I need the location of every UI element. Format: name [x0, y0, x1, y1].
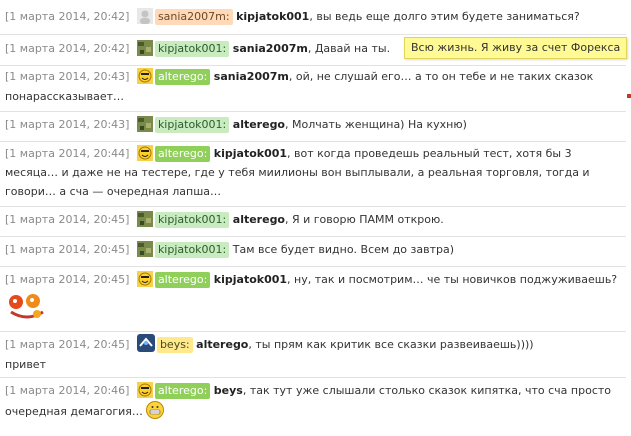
- recipient-nick[interactable]: sania2007m: [214, 70, 289, 83]
- smiley-avatar-icon[interactable]: [136, 145, 153, 161]
- recipient-nick[interactable]: alterego: [233, 213, 285, 226]
- author-nick[interactable]: kipjatok001:: [154, 242, 230, 258]
- sticker-row: [5, 290, 623, 324]
- camo-avatar-icon[interactable]: [136, 241, 153, 257]
- message-time: [1 марта 2014, 20:44]: [5, 147, 130, 160]
- message-text-cont: очередная демагогия…: [5, 405, 143, 418]
- grin-emoji-icon: [146, 401, 165, 419]
- message-time: [1 марта 2014, 20:45]: [5, 243, 130, 256]
- smiley-avatar-icon[interactable]: [136, 382, 153, 398]
- message-text: , ой, не слушай его… а то он тебе и не т…: [288, 70, 594, 83]
- chat-message: [1 марта 2014, 20:46] alterego: beys, та…: [0, 381, 631, 422]
- message-time: [1 марта 2014, 20:42]: [5, 10, 130, 23]
- camo-avatar-icon[interactable]: [136, 116, 153, 132]
- message-text: Там все будет видно. Всем до завтра): [232, 243, 455, 256]
- divider: [0, 34, 626, 35]
- divider: [0, 377, 626, 378]
- author-nick[interactable]: beys:: [156, 337, 193, 353]
- author-nick[interactable]: alterego:: [154, 146, 211, 162]
- recipient-nick[interactable]: sania2007m: [233, 42, 308, 55]
- recipient-nick[interactable]: beys: [214, 384, 243, 397]
- message-text: , вы ведь еще долго этим будете занимать…: [309, 10, 580, 23]
- chat-message: [1 марта 2014, 20:43] kipjatok001: alter…: [0, 114, 631, 135]
- chat-message: [1 марта 2014, 20:45] kipjatok001: Там в…: [0, 239, 631, 260]
- camo-avatar-icon[interactable]: [136, 211, 153, 227]
- message-time: [1 марта 2014, 20:43]: [5, 70, 130, 83]
- chat-message: [1 марта 2014, 20:43] alterego: sania200…: [0, 67, 631, 107]
- divider: [0, 141, 626, 142]
- message-text: , Молчать женщина) На кухню): [285, 118, 467, 131]
- message-time: [1 марта 2014, 20:45]: [5, 338, 130, 351]
- divider: [0, 111, 626, 112]
- avatar-placeholder-icon[interactable]: [136, 8, 153, 24]
- chat-message: [1 марта 2014, 20:44] alterego: kipjatok…: [0, 144, 631, 201]
- message-time: [1 марта 2014, 20:45]: [5, 273, 130, 286]
- divider: [0, 65, 626, 66]
- message-text-cont: понарассказывает…: [5, 90, 124, 103]
- author-nick[interactable]: alterego:: [154, 383, 211, 399]
- author-nick[interactable]: kipjatok001:: [154, 117, 230, 133]
- message-text: , ты прям как критик все сказки развеива…: [248, 338, 534, 351]
- blue-bird-avatar-icon[interactable]: [136, 334, 155, 352]
- smiley-avatar-icon[interactable]: [136, 271, 153, 287]
- smiley-avatar-icon[interactable]: [136, 68, 153, 84]
- author-nick[interactable]: alterego:: [154, 69, 211, 85]
- message-text: , Давай на ты.: [307, 42, 391, 55]
- chat-message: [1 марта 2014, 20:45] kipjatok001: alter…: [0, 209, 631, 230]
- message-text: , так тут уже слышали столько сказок кип…: [242, 384, 612, 397]
- message-text-cont: месяца… и даже не на тестере, где у тебя…: [5, 166, 590, 179]
- clown-sticker-icon: [7, 292, 47, 329]
- recipient-nick[interactable]: kipjatok001: [214, 147, 287, 160]
- message-text: , вот когда проведешь реальный тест, хот…: [287, 147, 572, 160]
- message-text-cont: говори… а сча — очередная лапша…: [5, 185, 222, 198]
- message-time: [1 марта 2014, 20:42]: [5, 42, 130, 55]
- author-nick[interactable]: sania2007m:: [154, 9, 233, 25]
- recipient-nick[interactable]: alterego: [233, 118, 285, 131]
- message-text: , Я и говорю ПАММ открою.: [285, 213, 444, 226]
- divider: [0, 206, 626, 207]
- divider: [0, 266, 626, 267]
- chat-message: [1 марта 2014, 20:45] beys: alterego, ты…: [0, 334, 631, 375]
- chat-message: [1 марта 2014, 20:42] sania2007m: kipjat…: [0, 6, 631, 27]
- scroll-marker: [627, 94, 631, 98]
- author-nick[interactable]: kipjatok001:: [154, 212, 230, 228]
- recipient-nick[interactable]: alterego: [196, 338, 248, 351]
- message-time: [1 марта 2014, 20:45]: [5, 213, 130, 226]
- recipient-nick[interactable]: kipjatok001: [214, 273, 287, 286]
- chat-message: [1 марта 2014, 20:45] alterego: kipjatok…: [0, 269, 631, 324]
- message-text-cont: привет: [5, 358, 46, 371]
- tooltip: Всю жизнь. Я живу за счет Форекса: [404, 37, 628, 59]
- message-time: [1 марта 2014, 20:46]: [5, 384, 130, 397]
- divider: [0, 236, 626, 237]
- message-time: [1 марта 2014, 20:43]: [5, 118, 130, 131]
- camo-avatar-icon[interactable]: [136, 40, 153, 56]
- author-nick[interactable]: kipjatok001:: [154, 41, 230, 57]
- message-text: , ну, так и посмотрим… че ты новичков по…: [287, 273, 618, 286]
- author-nick[interactable]: alterego:: [154, 272, 211, 288]
- recipient-nick[interactable]: kipjatok001: [236, 10, 309, 23]
- divider: [0, 331, 626, 332]
